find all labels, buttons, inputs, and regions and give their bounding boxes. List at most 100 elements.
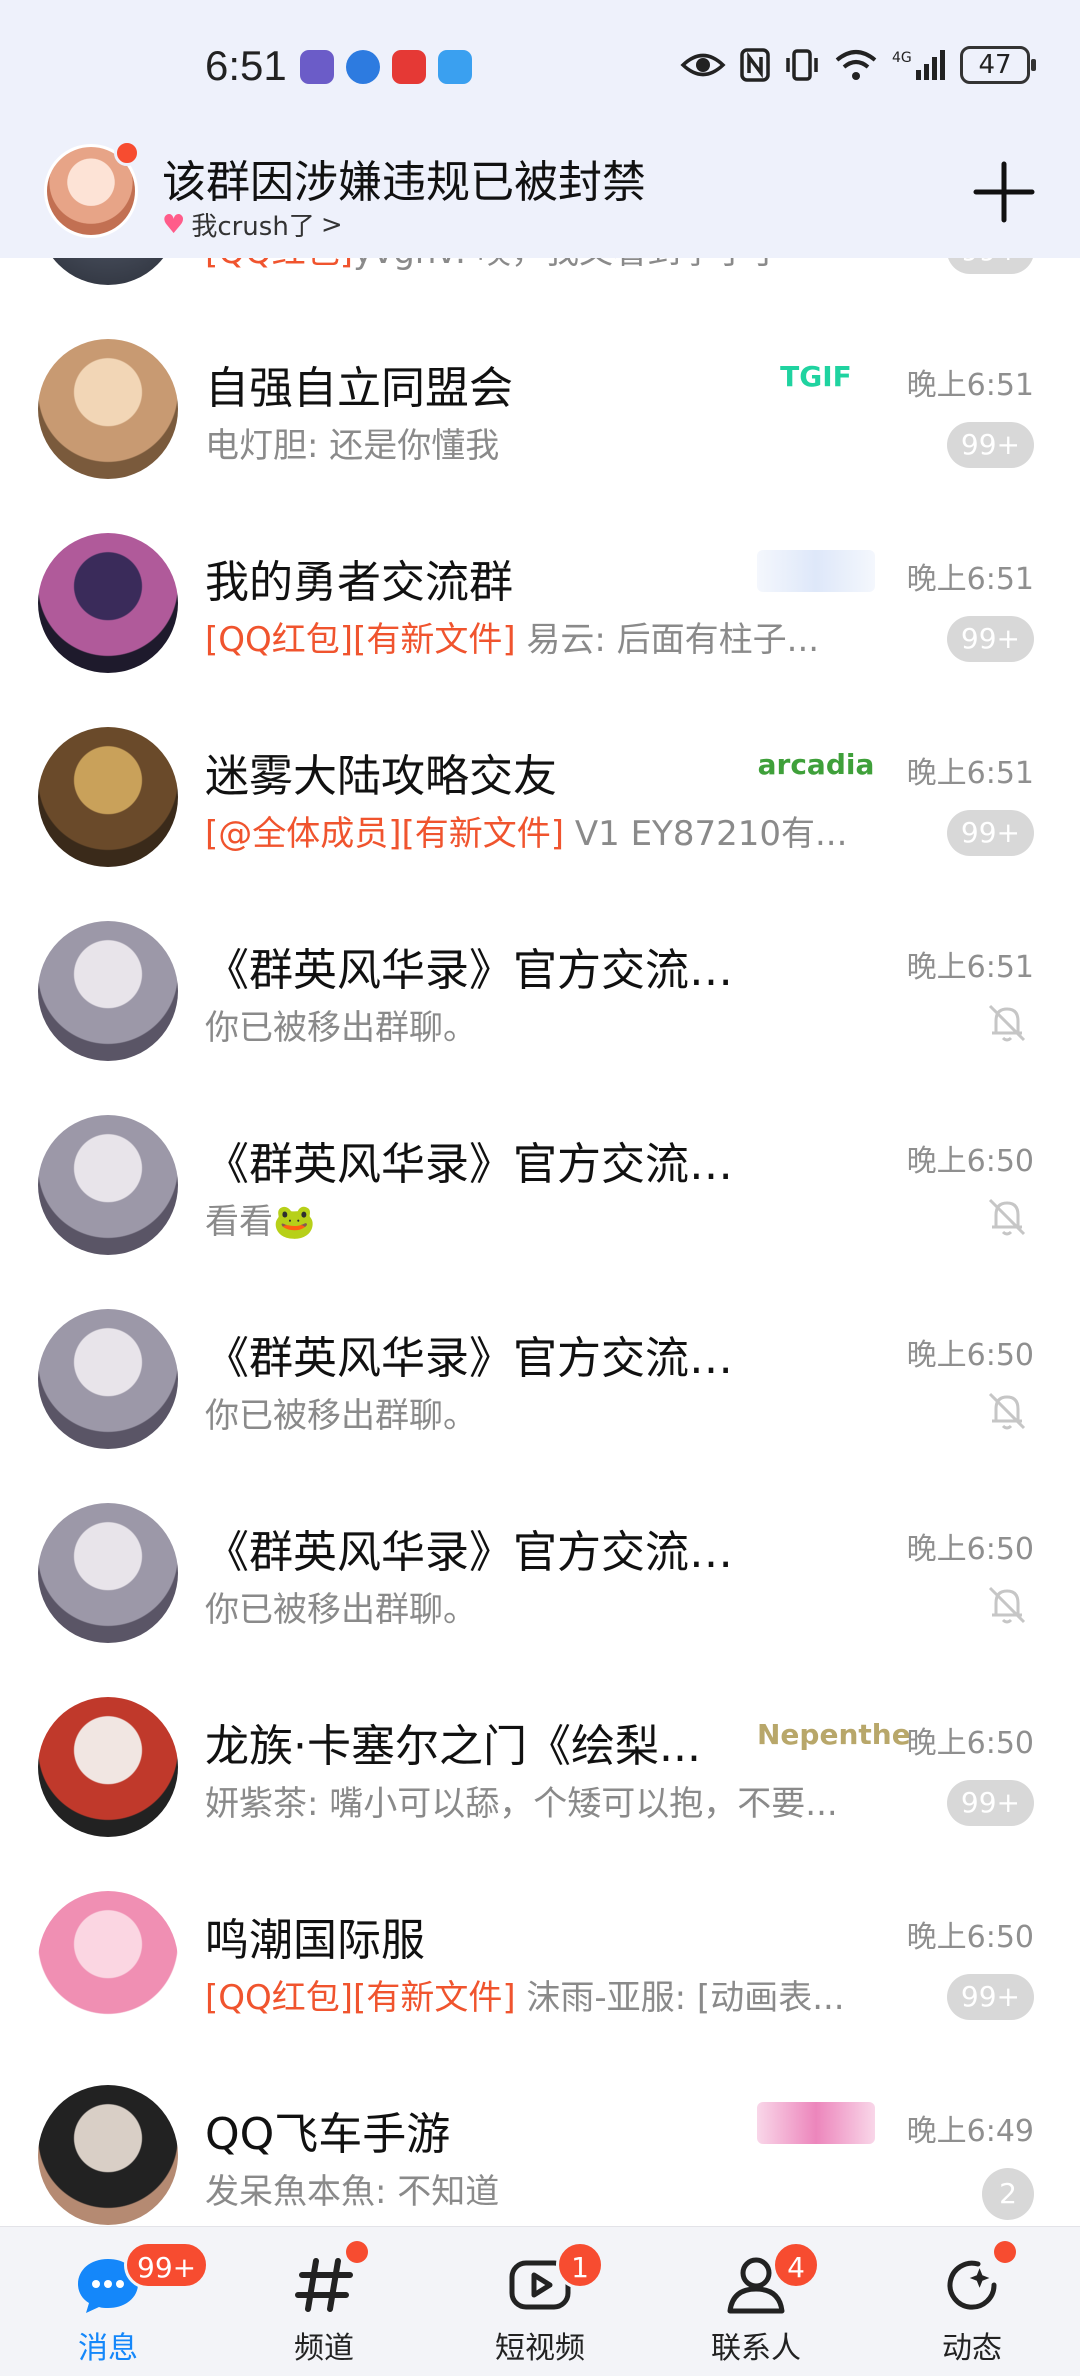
conversation-row[interactable]: 龙族·卡塞尔之门《绘梨... 妍紫茶: 嘴小可以舔，个矮可以抱，不要... Nepe… (0, 1670, 1080, 1864)
conversation-row[interactable]: 鸣潮国际服 [QQ红包][有新文件] 沫雨-亚服: [动画表... 晚上6:50 99… (0, 1864, 1080, 2058)
conversation-title: 迷雾大陆攻略交友 (205, 751, 557, 802)
unread-badge: 99+ (946, 1974, 1034, 2020)
vibrate-icon (786, 49, 818, 81)
conversation-preview: 你已被移出群聊。 (205, 1000, 477, 1049)
conversation-time: 晚上6:51 (906, 368, 1034, 403)
tab-badge: 99+ (124, 2241, 210, 2289)
conversation-time: 晚上6:50 (906, 1144, 1034, 1179)
tab-notification-dot (994, 2241, 1016, 2263)
unread-badge: 2 (982, 2168, 1034, 2220)
tab-moments[interactable]: 动态 (864, 2227, 1080, 2376)
preview-text: 你已被移出群聊。 (205, 1590, 477, 1630)
video-notification-icon (392, 50, 426, 84)
conversation-title: 我的勇者交流群 (205, 557, 513, 608)
conversation-preview: 电灯胆: 还是你懂我 (205, 418, 499, 467)
conversation-time: 晚上6:51 (906, 562, 1034, 597)
tab-messages[interactable]: 消息 99+ (0, 2227, 216, 2376)
conversation-time: 晚上6:50 (906, 1338, 1034, 1373)
conversation-avatar (38, 533, 178, 673)
chevron-right-icon: > (320, 209, 343, 240)
tab-channels[interactable]: 频道 (216, 2227, 432, 2376)
tab-label: 动态 (942, 2331, 1002, 2366)
conversation-row[interactable]: 《群英风华录》官方交流群③ 看看🐸 晚上6:50 (0, 1088, 1080, 1282)
mute-bell-icon (988, 1004, 1026, 1042)
preview-text: 妍紫茶: 嘴小可以舔，个矮可以抱，不要... (205, 1784, 838, 1824)
unread-badge: 99+ (946, 810, 1034, 856)
conversation-title: 自强自立同盟会 (205, 363, 513, 414)
mute-bell-icon (988, 1198, 1026, 1236)
conversation-avatar (38, 258, 178, 285)
conversation-row-partial[interactable]: [QQ红包]yvgnv: 唉，我又看到李子了 99+ (0, 258, 1080, 312)
conversation-time: 晚上6:51 (906, 756, 1034, 791)
conversation-preview: 发呆魚本魚: 不知道 (205, 2164, 499, 2213)
conversation-time: 晚上6:49 (906, 2114, 1034, 2149)
conversation-row[interactable]: 《群英风华录》官方交流群⑦ 你已被移出群聊。 晚上6:50 (0, 1282, 1080, 1476)
tab-label: 短视频 (495, 2331, 585, 2366)
conversation-row[interactable]: 《群英风华录》官方交流群④ 你已被移出群聊。 晚上6:50 (0, 1476, 1080, 1670)
tab-label: 消息 (78, 2331, 138, 2366)
conversation-row[interactable]: 自强自立同盟会电灯胆: 还是你懂我 TGIF 晚上6:51 99+ (0, 312, 1080, 506)
app-header: 该群因涉嫌违规已被封禁 ♥ 我crush了 > (0, 140, 1080, 258)
conversation-avatar (38, 1115, 178, 1255)
tab-short-video[interactable]: 短视频 1 (432, 2227, 648, 2376)
nfc-icon (740, 48, 770, 82)
status-bar: 6:51 4G 47 (0, 0, 1080, 140)
conversation-preview: 妍紫茶: 嘴小可以舔，个矮可以抱，不要... (205, 1776, 838, 1825)
conversation-avatar (38, 1503, 178, 1643)
conversation-row[interactable]: 《群英风华录》官方交流群① 你已被移出群聊。 晚上6:51 (0, 894, 1080, 1088)
conversation-row[interactable]: 迷雾大陆攻略交友 [@全体成员][有新文件] V1 EY87210有... arca… (0, 700, 1080, 894)
unread-badge: 99+ (946, 1780, 1034, 1826)
conversation-preview: 你已被移出群聊。 (205, 1582, 477, 1631)
conversation-preview: [QQ红包]yvgnv: 唉，我又看到李子了 (205, 258, 783, 273)
conversation-preview: 你已被移出群聊。 (205, 1388, 477, 1437)
preview-text: 电灯胆: 还是你懂我 (205, 426, 500, 466)
unread-badge: 99+ (946, 258, 1034, 274)
conversation-list[interactable]: [QQ红包]yvgnv: 唉，我又看到李子了 99+ 自强自立同盟会电灯胆: 还… (0, 258, 1080, 2226)
group-sticker-icon: arcadia (757, 748, 875, 781)
mute-bell-icon (988, 1392, 1026, 1430)
preview-text: 沫雨-亚服: [动画表... (515, 1978, 845, 2018)
status-signature[interactable]: ♥ 我crush了 > (162, 206, 343, 243)
conversation-avatar (38, 1309, 178, 1449)
conversation-avatar (38, 339, 178, 479)
tab-label: 频道 (294, 2331, 354, 2366)
frog-emoji-icon: 🐸 (273, 1202, 316, 1242)
conversation-title: 《群英风华录》官方交流群⑦ (205, 1333, 765, 1384)
eye-icon (680, 53, 726, 77)
svg-text:4G: 4G (892, 50, 912, 66)
tab-badge: 4 (772, 2241, 820, 2289)
unread-badge: 99+ (946, 616, 1034, 662)
conversation-time: 晚上6:50 (906, 1726, 1034, 1761)
unread-badge: 99+ (946, 422, 1034, 468)
conversation-time: 晚上6:50 (906, 1920, 1034, 1955)
header-title[interactable]: 该群因涉嫌违规已被封禁 (162, 146, 646, 210)
profile-notification-dot (114, 140, 140, 166)
preview-text: 易云: 后面有柱子... (515, 620, 820, 660)
conversation-row[interactable]: 我的勇者交流群 [QQ红包][有新文件] 易云: 后面有柱子... 晚上6:51 99… (0, 506, 1080, 700)
preview-text: 看看 (205, 1202, 273, 1242)
status-signature-text: 我crush了 (191, 212, 315, 242)
preview-tag: [QQ红包][有新文件] (205, 1978, 516, 2018)
conversation-preview: [QQ红包][有新文件] 易云: 后面有柱子... (205, 612, 819, 661)
group-sticker-icon (757, 550, 875, 592)
conversation-preview: 看看🐸 (205, 1194, 315, 1243)
tab-label: 联系人 (711, 2331, 801, 2366)
signal-icon: 4G (892, 50, 945, 80)
preview-tag: [QQ红包][有新文件] (205, 620, 516, 660)
conversation-avatar (38, 1891, 178, 2031)
mute-bell-icon (988, 1586, 1026, 1624)
wifi-icon (835, 50, 877, 80)
notification-icons (300, 50, 472, 84)
group-sticker-icon: TGIF (780, 360, 852, 393)
status-time: 6:51 (205, 42, 287, 89)
status-right: 4G 47 (680, 46, 1036, 84)
conversation-title: QQ飞车手游 (205, 2109, 451, 2160)
conversation-row[interactable]: QQ飞车手游 发呆魚本魚: 不知道 晚上6:49 2 (0, 2058, 1080, 2226)
conversation-time: 晚上6:50 (906, 1532, 1034, 1567)
preview-text: 你已被移出群聊。 (205, 1008, 477, 1048)
conversation-avatar (38, 921, 178, 1061)
preview-text: V1 EY87210有... (564, 814, 848, 854)
tab-contacts[interactable]: 联系人 4 (648, 2227, 864, 2376)
bottom-tab-bar: 消息 99+ 频道 短视频 1 联系人 4 动态 (0, 2226, 1080, 2376)
plus-icon[interactable] (972, 160, 1036, 224)
